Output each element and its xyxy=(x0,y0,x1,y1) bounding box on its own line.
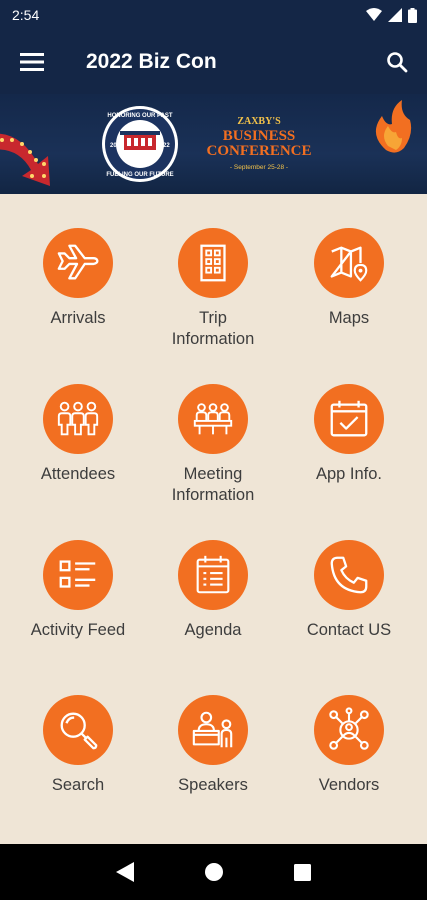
tile-speakers-circle xyxy=(178,695,248,765)
network-icon xyxy=(329,707,369,750)
system-nav-bar xyxy=(0,844,427,900)
banner-brand: ZAXBY'S xyxy=(237,116,281,127)
tile-meeting-information[interactable]: Meeting Information xyxy=(143,384,283,524)
tile-speakers-label: Speakers xyxy=(178,776,248,794)
tile-maps-circle xyxy=(314,228,384,298)
tile-vendors[interactable]: Vendors xyxy=(279,695,419,835)
tile-meeting-information-label: Meeting Information xyxy=(171,465,255,504)
battery-icon xyxy=(408,7,417,23)
recents-icon xyxy=(294,863,311,881)
back-icon xyxy=(115,862,134,882)
tile-activity-feed[interactable]: Activity Feed xyxy=(8,540,148,680)
tile-maps-label: Maps xyxy=(328,309,370,327)
phone-icon xyxy=(330,556,368,594)
status-bar: 2:54 xyxy=(0,0,427,30)
status-time: 2:54 xyxy=(12,7,40,23)
speaker-icon xyxy=(192,711,233,748)
tile-agenda-circle xyxy=(178,540,248,610)
banner-line1: BUSINESS xyxy=(223,128,296,144)
list-icon xyxy=(59,560,96,588)
seal-year-right: 22 xyxy=(163,143,170,149)
tile-contact-us[interactable]: Contact US xyxy=(279,540,419,680)
building-icon xyxy=(200,244,226,282)
conference-seal: HONORING OUR PAST FUELING OUR FUTURE 20 … xyxy=(102,106,178,182)
meeting-icon xyxy=(193,403,233,435)
tile-agenda-label: Agenda xyxy=(184,621,242,639)
magnifier-icon xyxy=(60,712,98,750)
nav-back-button[interactable] xyxy=(105,852,145,892)
menu-icon xyxy=(20,53,44,71)
seal-top-text: HONORING OUR PAST xyxy=(107,113,173,119)
tile-vendors-label: Vendors xyxy=(318,776,380,794)
home-icon xyxy=(204,863,223,881)
tile-meeting-information-circle xyxy=(178,384,248,454)
airplane-icon xyxy=(57,244,99,280)
tile-vendors-circle xyxy=(314,695,384,765)
flame-graphic xyxy=(375,100,412,153)
app-bar: 2022 Biz Con xyxy=(0,30,427,94)
status-icons xyxy=(366,7,417,23)
tile-app-info[interactable]: App Info. xyxy=(279,384,419,524)
tile-arrivals-circle xyxy=(43,228,113,298)
tile-arrivals-label: Arrivals xyxy=(50,309,106,327)
tile-agenda[interactable]: Agenda xyxy=(143,540,283,680)
calendar-check-icon xyxy=(330,400,368,437)
signal-icon xyxy=(388,8,402,22)
wifi-icon xyxy=(366,8,382,21)
search-button[interactable] xyxy=(367,30,427,94)
tile-search[interactable]: Search xyxy=(8,695,148,835)
tile-trip-information-label: Trip Information xyxy=(171,309,255,348)
tile-contact-us-circle xyxy=(314,540,384,610)
tile-attendees[interactable]: Attendees xyxy=(8,384,148,524)
tile-contact-us-label: Contact US xyxy=(306,621,392,639)
feature-grid: Arrivals Trip Information Maps Attendees… xyxy=(0,194,427,844)
map-icon xyxy=(330,246,368,282)
tile-attendees-circle xyxy=(43,384,113,454)
search-icon xyxy=(387,52,408,73)
tile-maps[interactable]: Maps xyxy=(279,228,419,368)
tile-search-label: Search xyxy=(51,776,105,794)
app-title: 2022 Biz Con xyxy=(86,50,217,73)
tile-trip-information[interactable]: Trip Information xyxy=(143,228,283,368)
people-icon xyxy=(57,401,99,436)
tile-speakers[interactable]: Speakers xyxy=(143,695,283,835)
nav-home-button[interactable] xyxy=(194,852,234,892)
banner-line2: CONFERENCE xyxy=(206,143,311,159)
banner-dates: - September 25-28 - xyxy=(230,164,288,171)
conference-banner: HONORING OUR PAST FUELING OUR FUTURE 20 … xyxy=(0,94,427,194)
tile-arrivals[interactable]: Arrivals xyxy=(8,228,148,368)
seal-year-left: 20 xyxy=(110,143,117,149)
tile-attendees-label: Attendees xyxy=(40,465,116,483)
seal-bottom-text: FUELING OUR FUTURE xyxy=(106,172,173,178)
tile-activity-feed-circle xyxy=(43,540,113,610)
tile-app-info-label: App Info. xyxy=(315,465,383,483)
nav-recents-button[interactable] xyxy=(283,852,323,892)
agenda-icon xyxy=(196,555,230,594)
tile-app-info-circle xyxy=(314,384,384,454)
menu-button[interactable] xyxy=(0,30,64,94)
tile-activity-feed-label: Activity Feed xyxy=(30,621,126,639)
marquee-arrow-graphic xyxy=(0,133,50,186)
tile-search-circle xyxy=(43,695,113,765)
tile-trip-information-circle xyxy=(178,228,248,298)
